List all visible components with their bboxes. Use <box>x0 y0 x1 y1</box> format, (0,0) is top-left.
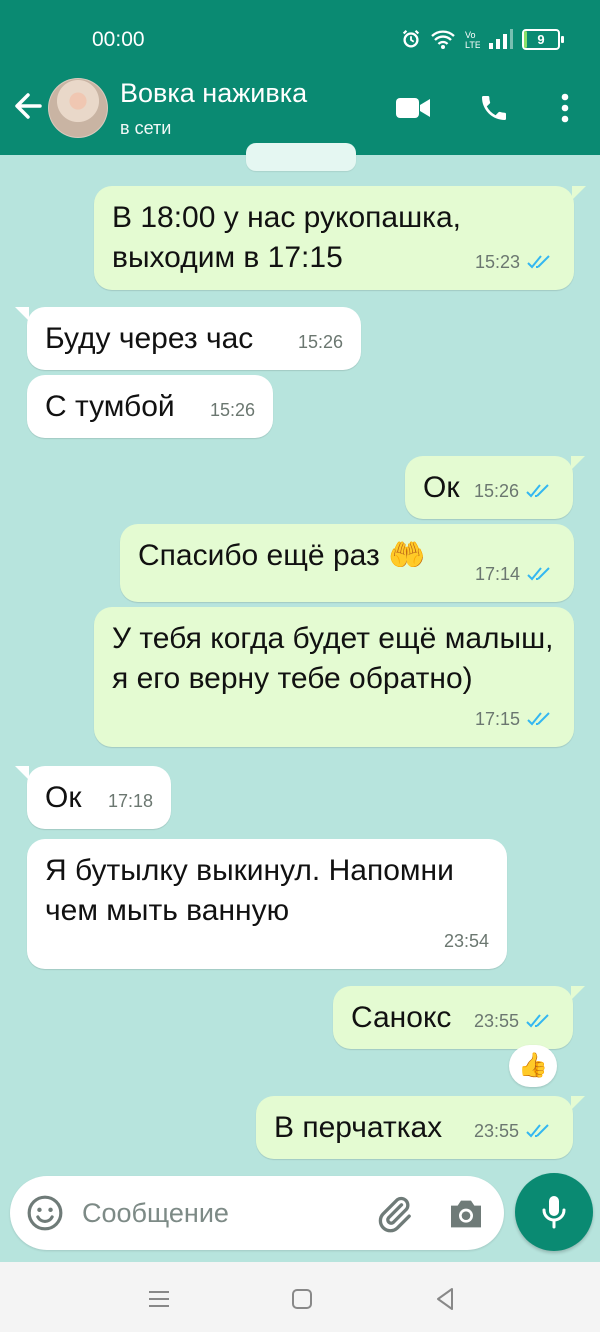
message-bubble[interactable]: В 18:00 у нас рукопашка, выходим в 17:15… <box>94 186 586 290</box>
message-time: 23:55 <box>473 1011 519 1031</box>
message-meta: 17:15 <box>475 699 556 739</box>
message-meta: 15:26 <box>474 471 555 511</box>
message-bubble[interactable]: Спасибо ещё раз 🤲 17:14 <box>120 524 574 602</box>
message-bubble[interactable]: Буду через час 15:26 <box>15 307 361 370</box>
message-time: 17:14 <box>474 564 520 584</box>
back-arrow-icon[interactable] <box>10 86 46 126</box>
signal-icon <box>489 29 513 49</box>
recent-apps-icon[interactable] <box>144 1284 174 1314</box>
read-receipt-icon <box>526 1014 549 1028</box>
phone-icon <box>482 96 506 120</box>
attach-icon[interactable] <box>374 1194 414 1234</box>
home-icon[interactable] <box>287 1284 317 1314</box>
voice-call-button[interactable] <box>474 88 514 128</box>
more-options-button[interactable] <box>545 88 585 128</box>
read-receipt-icon <box>527 567 550 581</box>
date-badge <box>246 143 356 171</box>
contact-name[interactable]: Вовка наживка <box>120 78 307 109</box>
message-time: 17:18 <box>107 791 153 811</box>
message-time: 15:26 <box>297 332 343 352</box>
message-time: 15:26 <box>473 481 519 501</box>
message-meta: 15:26 <box>298 322 343 362</box>
message-meta: 23:54 <box>444 921 489 961</box>
volte-icon: VoLTE <box>465 30 480 50</box>
message-meta: 23:55 <box>474 1111 555 1151</box>
reaction-badge[interactable]: 👍 <box>509 1045 557 1087</box>
message-meta: 17:18 <box>108 781 153 821</box>
message-bubble[interactable]: Санокс 23:55 <box>333 986 585 1049</box>
contact-status: в сети <box>120 118 172 138</box>
alarm-icon <box>402 29 420 48</box>
message-time: 15:23 <box>474 252 520 272</box>
mic-icon <box>542 1196 566 1229</box>
video-call-icon <box>396 98 430 118</box>
message-bubble[interactable]: Ок 17:18 <box>15 766 171 829</box>
camera-icon[interactable] <box>446 1194 486 1234</box>
status-time: 00:00 <box>92 28 145 51</box>
message-meta: 15:26 <box>210 390 255 430</box>
svg-text:LTE: LTE <box>465 40 480 50</box>
message-bubble[interactable]: Ок 15:26 <box>405 456 585 519</box>
message-meta: 23:55 <box>474 1001 555 1041</box>
message-bubble[interactable]: У тебя когда будет ещё малыш, я его верн… <box>94 607 574 747</box>
avatar[interactable] <box>48 78 108 138</box>
status-icons: Vo LTE 9 <box>400 28 564 50</box>
mic-button[interactable] <box>515 1173 593 1251</box>
read-receipt-icon <box>526 484 549 498</box>
read-receipt-icon <box>527 255 550 269</box>
battery-text: 9 <box>537 31 545 47</box>
chat-area[interactable]: В 18:00 у нас рукопашка, выходим в 17:15… <box>0 143 600 1175</box>
message-time: 23:55 <box>473 1121 519 1141</box>
message-time: 15:26 <box>209 400 255 420</box>
system-nav-bar <box>0 1262 600 1332</box>
emoji-icon[interactable] <box>26 1194 64 1232</box>
battery-icon: 9 <box>522 28 564 50</box>
message-bubble[interactable]: В перчатках 23:55 <box>256 1096 585 1159</box>
read-receipt-icon <box>527 712 550 726</box>
message-meta: 17:14 <box>475 554 556 594</box>
message-text: Я бутылку выкинул. Напомни чем мыть ванн… <box>45 854 454 927</box>
chat-header: 00:00 Vo LTE 9 Вовка наживка в сети <box>0 0 600 155</box>
read-receipt-icon <box>526 1124 549 1138</box>
message-time: 17:15 <box>474 709 520 729</box>
message-meta: 15:23 <box>475 242 556 282</box>
message-time: 23:54 <box>443 931 489 951</box>
message-bubble[interactable]: С тумбой 15:26 <box>27 375 273 438</box>
more-vert-icon <box>561 93 569 123</box>
svg-text:Vo: Vo <box>465 30 476 40</box>
wifi-icon <box>431 30 455 49</box>
message-composer <box>10 1176 504 1250</box>
message-bubble[interactable]: Я бутылку выкинул. Напомни чем мыть ванн… <box>27 839 507 969</box>
video-call-button[interactable] <box>393 88 433 128</box>
message-input[interactable] <box>80 1192 364 1234</box>
system-back-icon[interactable] <box>430 1284 460 1314</box>
message-text: У тебя когда будет ещё малыш, я его верн… <box>112 622 554 695</box>
battery-level <box>524 30 528 48</box>
